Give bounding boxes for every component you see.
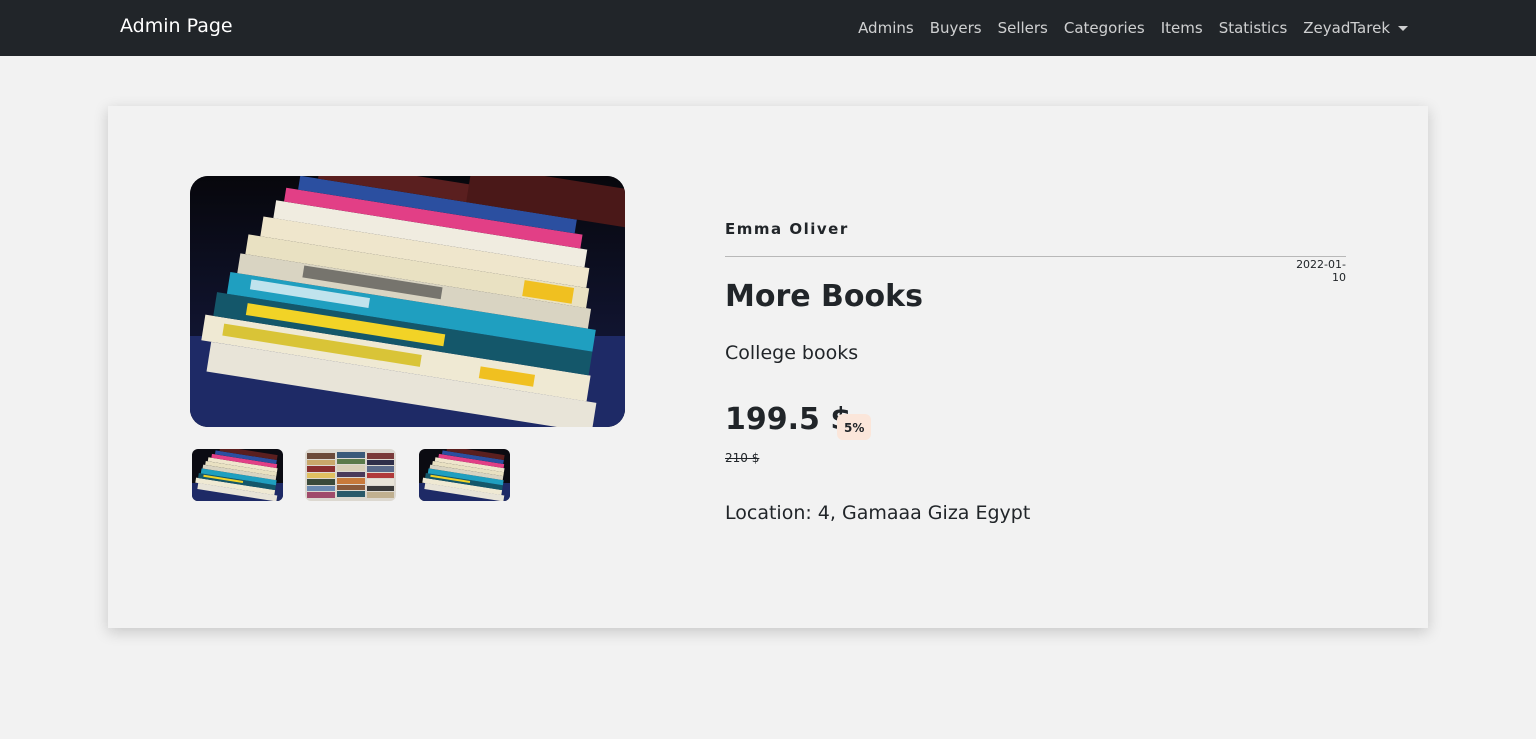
- nav-link-statistics[interactable]: Statistics: [1211, 19, 1296, 37]
- nav-link-categories[interactable]: Categories: [1056, 19, 1153, 37]
- thumbnail-3[interactable]: [419, 449, 510, 501]
- item-description: College books: [725, 342, 859, 364]
- item-price: 199.5 $: [725, 402, 852, 437]
- item-location: Location: 4, Gamaaa Giza Egypt: [725, 502, 1031, 524]
- thumbnail-1[interactable]: [192, 449, 283, 501]
- discount-badge: 5%: [837, 414, 872, 440]
- nav-link-items[interactable]: Items: [1153, 19, 1211, 37]
- user-name: ZeyadTarek: [1303, 19, 1390, 37]
- nav-link-buyers[interactable]: Buyers: [922, 19, 990, 37]
- item-title: More Books: [725, 279, 923, 314]
- thumbnail-2[interactable]: [305, 449, 396, 501]
- old-price: 210 $: [725, 451, 760, 465]
- caret-down-icon: [1398, 25, 1408, 31]
- navbar: Admin Page Admins Buyers Sellers Categor…: [0, 0, 1536, 56]
- nav-link-admins[interactable]: Admins: [850, 19, 922, 37]
- item-card: Emma Oliver 2022-01-10 More Books Colleg…: [108, 106, 1428, 628]
- main-item-image: [190, 176, 625, 427]
- divider: [725, 256, 1346, 257]
- nav-link-sellers[interactable]: Sellers: [990, 19, 1056, 37]
- brand-link[interactable]: Admin Page: [120, 15, 233, 37]
- post-date: 2022-01-10: [1296, 258, 1346, 284]
- user-dropdown[interactable]: ZeyadTarek: [1295, 19, 1408, 37]
- seller-name: Emma Oliver: [725, 220, 849, 238]
- nav-links: Admins Buyers Sellers Categories Items S…: [850, 0, 1408, 56]
